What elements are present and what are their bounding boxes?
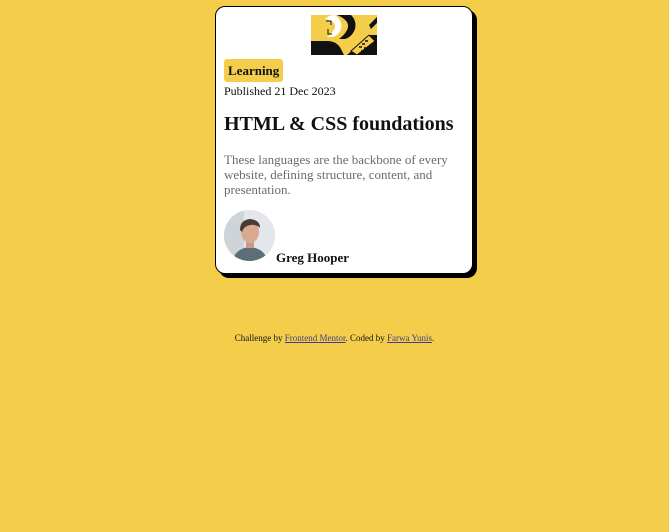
card-description: These languages are the backbone of ever… [224, 152, 448, 197]
attribution-prefix: Challenge by [234, 333, 283, 343]
blog-preview-card: Learning Published 21 Dec 2023 HTML & CS… [215, 6, 473, 274]
attribution: Challenge by Frontend Mentor. Coded by F… [0, 333, 669, 343]
category-tag: Learning [224, 59, 284, 82]
author-avatar-photo-icon [224, 210, 275, 261]
author-link[interactable]: Farwa Yunis [387, 333, 432, 343]
author-name: Greg Hooper [276, 250, 350, 265]
attribution-suffix: . [431, 333, 435, 343]
frontend-mentor-link[interactable]: Frontend Mentor [285, 333, 346, 343]
code-illustration-icon [311, 15, 377, 55]
author-avatar [224, 210, 275, 261]
card-title[interactable]: HTML & CSS foundations [224, 113, 454, 136]
publish-date: Published 21 Dec 2023 [224, 84, 336, 98]
hero-illustration [311, 15, 377, 55]
attribution-middle: . Coded by [345, 333, 385, 343]
